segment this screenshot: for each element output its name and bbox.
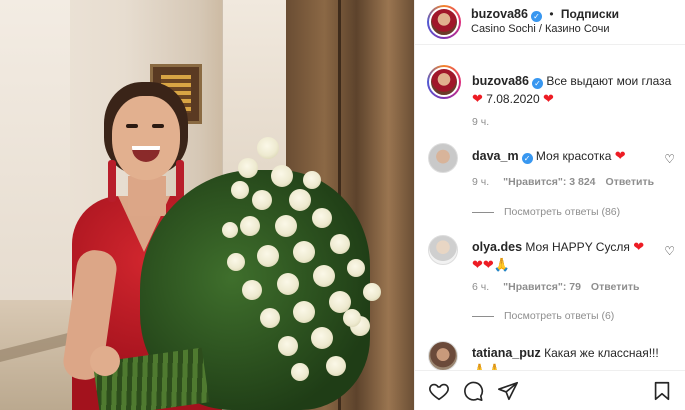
comment-time: 6 ч. [472, 281, 490, 293]
comment-likes[interactable]: "Нравится": 79 [503, 281, 581, 293]
caption-avatar[interactable] [427, 65, 461, 99]
author-avatar[interactable] [427, 5, 461, 39]
verified-badge-icon: ✓ [531, 78, 543, 89]
white-rose [260, 308, 280, 328]
white-rose [326, 356, 346, 376]
comment-time: 9 ч. [472, 176, 490, 188]
divider-line [472, 211, 494, 213]
white-rose [242, 280, 262, 300]
view-replies-button[interactable]: Посмотреть ответы (6) [472, 310, 614, 322]
white-rose [363, 283, 381, 301]
verified-badge-icon: ✓ [521, 153, 533, 164]
marble-pillar [0, 0, 70, 300]
white-rose [291, 363, 309, 381]
comment-meta: 9 ч. "Нравится": 3 824 Ответить [472, 176, 654, 188]
white-rose [293, 301, 315, 323]
author-username[interactable]: buzova86 [471, 7, 528, 21]
verified-badge-icon: ✓ [530, 11, 542, 22]
comment-likes[interactable]: "Нравится": 3 824 [503, 176, 595, 188]
location-link[interactable]: Casino Sochi / Казино Сочи [471, 23, 610, 35]
comment-avatar[interactable] [428, 143, 458, 173]
white-rose [347, 259, 365, 277]
white-rose [313, 265, 335, 287]
comment-username[interactable]: dava_m [472, 149, 519, 163]
post-header: buzova86 ✓ • Подписки Casino Sochi / Кази… [415, 0, 685, 45]
comment-avatar[interactable] [428, 341, 458, 371]
white-rose [278, 336, 298, 356]
white-rose [238, 158, 258, 178]
share-icon[interactable] [497, 380, 519, 402]
reply-button[interactable]: Ответить [606, 176, 655, 188]
eye [152, 124, 164, 128]
white-rose [312, 208, 332, 228]
white-rose [303, 171, 321, 189]
comment-body: dava_m ✓ Моя красотка ❤ [472, 148, 626, 164]
following-button[interactable]: Подписки [561, 7, 619, 21]
comment-text: Моя HAPPY Сусля [525, 240, 630, 254]
white-rose [293, 241, 315, 263]
white-rose [231, 181, 249, 199]
white-rose [240, 216, 260, 236]
post-caption: buzova86 ✓ Все выдают мои глаза ❤ 7.08.20… [472, 72, 677, 108]
comment-username[interactable]: tatiana_puz [472, 346, 541, 360]
comment-text: Какая же классная!!! [544, 346, 659, 360]
caption-text: Все выдают мои глаза [546, 74, 672, 88]
comment-body: olya.des Моя HAPPY Сусля ❤ ❤❤🙏 [472, 238, 644, 274]
comment-username[interactable]: olya.des [472, 240, 522, 254]
white-rose [289, 189, 311, 211]
comment-avatar[interactable] [428, 235, 458, 265]
neck [128, 176, 166, 216]
action-bar [415, 370, 685, 410]
heart-outline-icon[interactable]: ♡ [664, 244, 675, 258]
heart-emoji: ❤ [542, 91, 554, 106]
view-replies-label: Посмотреть ответы (6) [504, 310, 615, 322]
white-rose [222, 222, 238, 238]
caption-username[interactable]: buzova86 [472, 74, 529, 88]
heart-emoji: ❤ [472, 91, 483, 106]
view-replies-label: Посмотреть ответы (86) [504, 206, 621, 218]
comment-meta: 6 ч. "Нравится": 79 Ответить [472, 281, 639, 293]
heart-emoji: ❤ [614, 148, 626, 163]
comment-icon[interactable] [462, 380, 484, 402]
comment-text: Моя красотка [535, 149, 612, 163]
white-rose [252, 190, 272, 210]
separator-dot: • [549, 7, 554, 21]
hand [90, 346, 120, 376]
white-rose [311, 327, 333, 349]
post-photo[interactable] [0, 0, 414, 410]
eye [126, 124, 138, 128]
white-rose [227, 253, 245, 271]
view-replies-button[interactable]: Посмотреть ответы (86) [472, 206, 620, 218]
reply-button[interactable]: Ответить [591, 281, 640, 293]
white-rose [330, 234, 350, 254]
white-rose [271, 165, 293, 187]
earring [108, 160, 116, 202]
post-side-panel: buzova86 ✓ • Подписки Casino Sochi / Кази… [414, 0, 685, 410]
white-rose [277, 273, 299, 295]
face [112, 96, 180, 180]
white-rose [275, 215, 297, 237]
emoji-line: ❤❤🙏 [472, 257, 510, 272]
heart-outline-icon[interactable] [428, 380, 450, 402]
caption-time: 9 ч. [472, 116, 490, 128]
heart-emoji: ❤ [633, 239, 645, 254]
bookmark-icon[interactable] [651, 380, 673, 402]
white-rose [257, 137, 279, 159]
white-rose [257, 245, 279, 267]
caption-date: 7.08.2020 [486, 92, 540, 106]
white-rose [343, 309, 361, 327]
heart-outline-icon[interactable]: ♡ [664, 152, 675, 166]
divider-line [472, 315, 494, 317]
